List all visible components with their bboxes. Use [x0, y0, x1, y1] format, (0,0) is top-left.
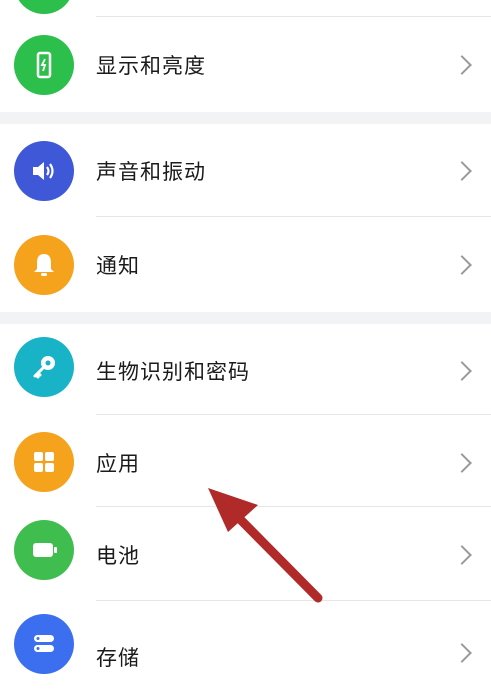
settings-item-battery[interactable]: 电池	[0, 508, 491, 602]
divider	[96, 600, 491, 601]
settings-item-label: 生物识别和密码	[96, 360, 250, 384]
chevron-right-icon	[452, 161, 472, 181]
settings-group-display: 显示和亮度	[0, 18, 491, 112]
chevron-right-icon	[452, 643, 472, 663]
settings-item-label: 通知	[96, 254, 140, 278]
bell-icon	[14, 235, 74, 295]
divider	[96, 16, 491, 17]
chevron-right-icon	[452, 453, 472, 473]
settings-item-storage[interactable]: 存储	[0, 602, 491, 696]
settings-item-sound[interactable]: 声音和振动	[0, 124, 491, 218]
phone-display-icon	[14, 35, 74, 95]
settings-group-top	[0, 0, 491, 18]
settings-item-label: 电池	[96, 544, 140, 568]
storage-icon	[14, 614, 74, 674]
settings-item-label: 声音和振动	[96, 160, 206, 184]
divider	[96, 414, 491, 415]
chevron-right-icon	[452, 255, 472, 275]
partial-icon	[14, 0, 74, 14]
settings-item-biometrics[interactable]: 生物识别和密码	[0, 324, 491, 418]
settings-item-apps[interactable]: 应用	[0, 416, 491, 510]
section-gap	[0, 112, 491, 124]
settings-item-display[interactable]: 显示和亮度	[0, 18, 491, 112]
divider	[96, 506, 491, 507]
settings-item-notifications[interactable]: 通知	[0, 218, 491, 312]
apps-grid-icon	[14, 432, 74, 492]
chevron-right-icon	[452, 545, 472, 565]
speaker-icon	[14, 141, 74, 201]
chevron-right-icon	[452, 55, 472, 75]
divider	[96, 216, 491, 217]
section-gap	[0, 312, 491, 324]
chevron-right-icon	[452, 361, 472, 381]
settings-group-security: 生物识别和密码 应用 电池 存储	[0, 324, 491, 674]
settings-item-label: 应用	[96, 452, 140, 476]
settings-item-label: 显示和亮度	[96, 54, 206, 78]
settings-item-label: 存储	[96, 646, 140, 670]
settings-group-sound: 声音和振动 通知	[0, 124, 491, 312]
key-icon	[14, 337, 74, 397]
battery-icon	[14, 520, 74, 580]
